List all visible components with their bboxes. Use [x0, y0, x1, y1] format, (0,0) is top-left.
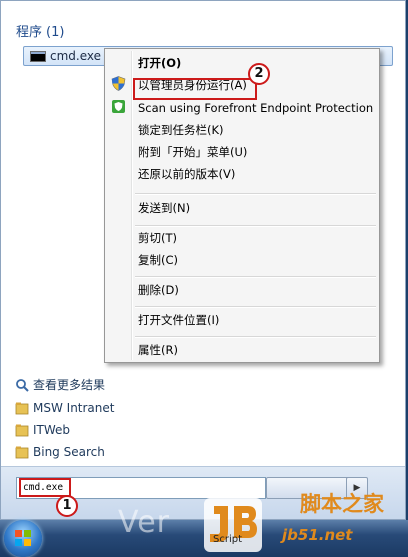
- menu-item-send-to[interactable]: 发送到(N): [138, 199, 190, 217]
- folder-icon: [15, 424, 29, 437]
- logo-caption: Script: [213, 534, 243, 545]
- run-as-admin-highlight: [133, 78, 257, 100]
- link-label: Bing Search: [33, 445, 105, 459]
- search-icon: [16, 379, 29, 392]
- step-1-badge: 1: [56, 495, 78, 517]
- command-prompt-icon: [30, 51, 46, 62]
- forefront-shield-icon: [112, 100, 125, 113]
- result-cmd-label: cmd.exe: [50, 49, 102, 63]
- menu-separator: [135, 306, 376, 308]
- folder-icon: [15, 446, 29, 459]
- link-label: MSW Intranet: [33, 401, 115, 415]
- menu-item-pin-start[interactable]: 附到「开始」菜单(U): [138, 143, 247, 161]
- step-2-badge: 2: [248, 63, 270, 85]
- link-itweb[interactable]: ITWeb: [15, 421, 215, 439]
- menu-item-open[interactable]: 打开(O): [138, 54, 181, 72]
- watermark-site-name: 脚本之家: [300, 492, 384, 516]
- folder-icon: [15, 402, 29, 415]
- menu-item-restore-versions[interactable]: 还原以前的版本(V): [138, 165, 235, 183]
- menu-item-open-file-location[interactable]: 打开文件位置(I): [138, 311, 219, 329]
- watermark-text: Ver: [118, 505, 170, 540]
- uac-shield-icon: [111, 76, 126, 91]
- see-more-results-label: 查看更多结果: [33, 378, 106, 392]
- menu-item-pin-taskbar[interactable]: 锁定到任务栏(K): [138, 121, 224, 139]
- search-highlight: [19, 478, 71, 497]
- menu-item-forefront-scan[interactable]: Scan using Forefront Endpoint Protection: [138, 99, 373, 117]
- link-msw-intranet[interactable]: MSW Intranet: [15, 399, 215, 417]
- menu-separator: [135, 193, 376, 195]
- link-bing-search[interactable]: Bing Search: [15, 443, 215, 461]
- section-title-label: 程序: [16, 25, 43, 40]
- programs-section-title: 程序 (1): [16, 21, 64, 40]
- start-button[interactable]: [4, 520, 42, 557]
- section-count: (1): [46, 25, 65, 40]
- jb51-logo-icon: [204, 498, 262, 552]
- watermark-site-url: jb51.net: [282, 526, 353, 544]
- menu-separator: [135, 336, 376, 338]
- menu-separator: [135, 225, 376, 227]
- menu-item-cut[interactable]: 剪切(T): [138, 229, 177, 247]
- link-label: ITWeb: [33, 423, 71, 437]
- menu-item-copy[interactable]: 复制(C): [138, 251, 178, 269]
- menu-separator: [135, 276, 376, 278]
- see-more-results-link[interactable]: 查看更多结果: [15, 376, 215, 394]
- menu-item-delete[interactable]: 删除(D): [138, 281, 179, 299]
- menu-item-properties[interactable]: 属性(R): [138, 341, 178, 359]
